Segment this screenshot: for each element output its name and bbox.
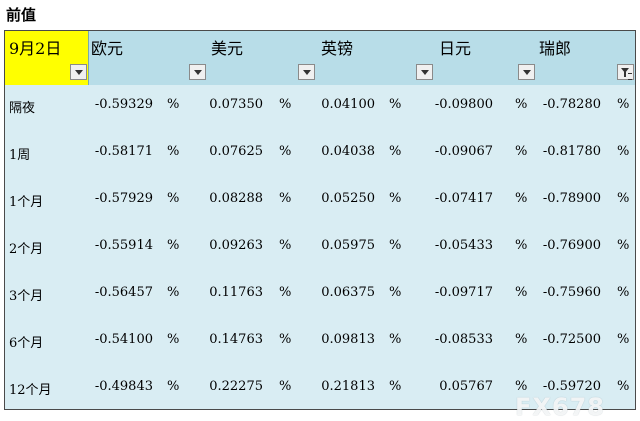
rate-value-jpy: -0.05433 (434, 238, 493, 253)
percent-sign: % (617, 332, 630, 347)
percent-sign: % (389, 238, 402, 253)
rate-table: 9月2日 欧元 美元 英镑 日元 瑞郎 隔夜 -0.59329% 0.07350% 0… (4, 30, 636, 421)
rate-value-eur: -0.57929 (94, 191, 153, 206)
percent-sign: % (389, 379, 402, 394)
percent-sign: % (617, 285, 630, 300)
column-header-chf: 瑞郎 (539, 39, 572, 58)
row-term-label: 6个月 (9, 336, 44, 351)
table-row: 1周 -0.58171% 0.07625% 0.04038% -0.09067% -0.8… (5, 144, 635, 164)
rate-value-usd: 0.14763 (209, 332, 263, 347)
dropdown-arrow-icon (75, 70, 83, 75)
filter-dropdown-date[interactable] (70, 64, 87, 80)
column-header-jpy: 日元 (439, 39, 472, 58)
percent-sign: % (389, 97, 402, 112)
percent-sign: % (389, 285, 402, 300)
column-header-usd: 美元 (211, 39, 244, 58)
percent-sign: % (389, 144, 402, 159)
rate-value-eur: -0.56457 (94, 285, 153, 300)
table-row: 1个月 -0.57929% 0.08288% 0.05250% -0.07417% -0.… (5, 191, 635, 211)
filter-dropdown-gbp[interactable] (416, 64, 433, 80)
rate-value-gbp: 0.06375 (321, 285, 375, 300)
rate-value-gbp: 0.05975 (321, 238, 375, 253)
rate-value-chf: -0.81780 (542, 144, 601, 159)
percent-sign: % (389, 332, 402, 347)
row-term-label: 3个月 (9, 289, 44, 304)
date-header-text: 9月2日 (9, 39, 62, 58)
rate-value-eur: -0.49843 (94, 379, 153, 394)
percent-sign: % (617, 379, 630, 394)
percent-sign: % (617, 238, 630, 253)
rate-value-chf: -0.76900 (542, 238, 601, 253)
rate-value-usd: 0.08288 (209, 191, 263, 206)
rate-value-usd: 0.07350 (209, 97, 263, 112)
dropdown-arrow-icon (421, 70, 429, 75)
rate-value-gbp: 0.04100 (321, 97, 375, 112)
table-row: 3个月 -0.56457% 0.11763% 0.06375% -0.09717% -0.… (5, 285, 635, 305)
row-term-label: 2个月 (9, 242, 44, 257)
row-term-label: 1个月 (9, 195, 44, 210)
column-header-eur: 欧元 (91, 39, 124, 58)
rate-value-eur: -0.58171 (94, 144, 153, 159)
rate-value-jpy: -0.07417 (434, 191, 493, 206)
rate-value-chf: -0.59720 (542, 379, 601, 394)
table-row: 隔夜 -0.59329% 0.07350% 0.04100% -0.09800% -0.7… (5, 97, 635, 117)
rate-value-eur: -0.55914 (94, 238, 153, 253)
filter-dropdown-chf[interactable] (617, 64, 634, 80)
rate-value-jpy: -0.09067 (434, 144, 493, 159)
row-term-label: 隔夜 (9, 101, 36, 116)
table-row: 2个月 -0.55914% 0.09263% 0.05975% -0.05433% -0.… (5, 238, 635, 258)
filter-dropdown-usd[interactable] (298, 64, 315, 80)
rate-value-eur: -0.54100 (94, 332, 153, 347)
rate-value-jpy: 0.05767 (439, 379, 493, 394)
rate-value-usd: 0.22275 (209, 379, 263, 394)
rate-value-jpy: -0.09800 (434, 97, 493, 112)
filter-icon-lines (628, 73, 632, 80)
rate-value-gbp: 0.09813 (321, 332, 375, 347)
rate-value-chf: -0.72500 (542, 332, 601, 347)
rate-value-gbp: 0.21813 (321, 379, 375, 394)
dropdown-arrow-icon (303, 70, 311, 75)
row-term-label: 12个月 (9, 383, 52, 398)
filter-icon-stem (624, 72, 626, 77)
rate-value-chf: -0.78900 (542, 191, 601, 206)
filter-dropdown-eur[interactable] (189, 64, 206, 80)
dropdown-arrow-icon (194, 70, 202, 75)
dropdown-arrow-icon (523, 70, 531, 75)
row-term-label: 1周 (9, 148, 31, 163)
rate-value-eur: -0.59329 (94, 97, 153, 112)
percent-sign: % (617, 144, 630, 159)
rate-value-usd: 0.09263 (209, 238, 263, 253)
rate-value-usd: 0.11763 (209, 285, 263, 300)
rate-value-chf: -0.78280 (542, 97, 601, 112)
percent-sign: % (389, 191, 402, 206)
rate-value-gbp: 0.04038 (321, 144, 375, 159)
table-row: 6个月 -0.54100% 0.14763% 0.09813% -0.08533% -0.… (5, 332, 635, 352)
page-caption: 前值 (6, 6, 37, 24)
filter-dropdown-jpy[interactable] (518, 64, 535, 80)
watermark-logo: FX678 (515, 393, 605, 421)
percent-sign: % (617, 191, 630, 206)
rate-value-jpy: -0.09717 (434, 285, 493, 300)
percent-sign: % (617, 97, 630, 112)
rate-value-jpy: -0.08533 (434, 332, 493, 347)
column-header-gbp: 英镑 (321, 39, 354, 58)
rate-value-chf: -0.75960 (542, 285, 601, 300)
rate-value-gbp: 0.05250 (321, 191, 375, 206)
rate-value-usd: 0.07625 (209, 144, 263, 159)
